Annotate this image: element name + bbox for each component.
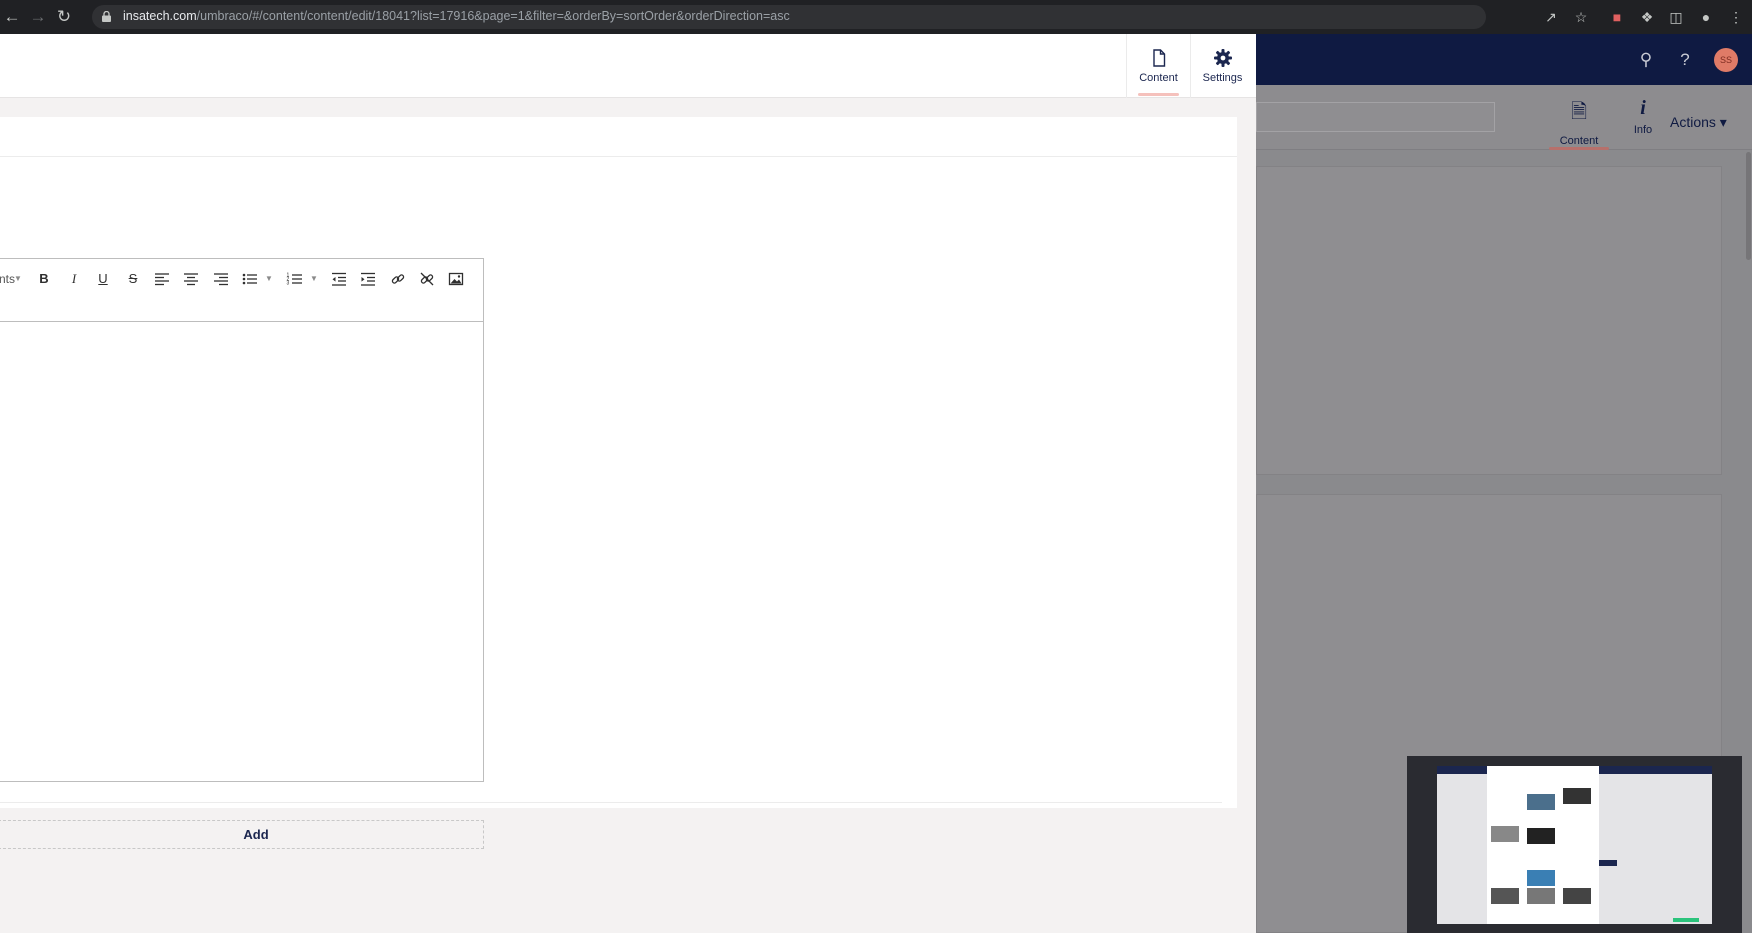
block-editor-overlay: Content Settings nts ▼ B I U S ▼ 1 2 3 ▼… — [0, 34, 1256, 933]
thumbnail-preview — [1437, 766, 1712, 924]
link-icon[interactable] — [389, 269, 407, 289]
background-panel — [1256, 166, 1722, 475]
url-path: /umbraco/#/content/content/edit/18041?li… — [196, 9, 790, 23]
add-block-button[interactable]: Add — [0, 820, 484, 849]
profile-icon[interactable]: ● — [1696, 7, 1716, 27]
italic-icon[interactable]: I — [65, 269, 83, 289]
actions-button[interactable]: Actions ▾ — [1670, 114, 1727, 131]
active-tab-indicator — [1138, 93, 1179, 96]
help-icon[interactable]: ? — [1674, 49, 1696, 71]
tab-settings[interactable]: Settings — [1190, 34, 1254, 98]
card-header — [0, 117, 1237, 157]
extension-icon[interactable]: ■ — [1607, 7, 1627, 27]
align-center-icon[interactable] — [182, 269, 200, 289]
info-icon: i — [1640, 97, 1646, 119]
indent-icon[interactable] — [359, 269, 377, 289]
editor-content-area[interactable] — [0, 323, 483, 781]
tab-settings-label: Settings — [1202, 72, 1243, 84]
overlay-header: Content Settings — [0, 34, 1256, 98]
screen-thumbnail[interactable] — [1407, 756, 1742, 933]
forward-icon[interactable]: → — [28, 7, 48, 27]
scrollbar-track — [1745, 150, 1752, 933]
editor-toolbar: nts ▼ B I U S ▼ 1 2 3 ▼ — [0, 259, 483, 322]
active-indicator — [1549, 147, 1609, 150]
format-dropdown[interactable]: nts — [0, 269, 15, 289]
share-icon[interactable]: ↗ — [1541, 7, 1561, 27]
url-host: insatech.com — [123, 9, 197, 23]
align-right-icon[interactable] — [212, 269, 230, 289]
unlink-icon[interactable] — [418, 269, 436, 289]
gear-icon — [1213, 49, 1232, 67]
rich-text-editor: nts ▼ B I U S ▼ 1 2 3 ▼ — [0, 258, 484, 782]
outdent-icon[interactable] — [330, 269, 348, 289]
url-text: insatech.com/umbraco/#/content/content/e… — [123, 9, 790, 23]
divider — [0, 802, 1222, 803]
sub-app-info[interactable]: i Info — [1611, 97, 1675, 136]
image-icon[interactable] — [447, 269, 465, 289]
reload-icon[interactable]: ↻ — [54, 7, 74, 27]
chevron-down-icon: ▼ — [14, 274, 22, 283]
puzzle-icon[interactable]: ❖ — [1637, 7, 1657, 27]
strikethrough-icon[interactable]: S — [124, 269, 142, 289]
svg-text:3: 3 — [287, 281, 290, 287]
browser-toolbar: ← → ↻ insatech.com/umbraco/#/content/con… — [0, 0, 1752, 34]
document-icon — [1152, 49, 1165, 67]
bullet-list-icon[interactable] — [241, 269, 259, 289]
scrollbar-thumb[interactable] — [1746, 152, 1751, 260]
document-icon: 🗎 — [1570, 101, 1588, 123]
editor-sub-header: 🗎 Content i Info Actions ▾ — [1256, 85, 1752, 150]
numbered-list-icon[interactable]: 123 — [286, 269, 304, 289]
avatar[interactable]: SS — [1714, 48, 1738, 72]
address-bar[interactable]: insatech.com/umbraco/#/content/content/e… — [92, 5, 1486, 29]
thumbnail-modal — [1487, 766, 1599, 924]
bold-icon[interactable]: B — [35, 269, 53, 289]
underline-icon[interactable]: U — [94, 269, 112, 289]
sub-app-content-label: Content — [1559, 135, 1599, 147]
lock-icon — [102, 11, 111, 22]
tab-content[interactable]: Content — [1126, 34, 1190, 98]
search-icon[interactable]: ⚲ — [1635, 49, 1657, 71]
sub-app-info-label: Info — [1633, 124, 1653, 136]
name-input[interactable] — [1256, 102, 1495, 132]
app-header: ⚲ ? SS — [1256, 34, 1752, 85]
actions-label: Actions — [1670, 114, 1716, 130]
tab-content-label: Content — [1139, 72, 1178, 84]
star-icon[interactable]: ☆ — [1571, 7, 1591, 27]
sub-app-content[interactable]: 🗎 Content — [1547, 97, 1611, 150]
menu-icon[interactable]: ⋮ — [1726, 7, 1746, 27]
sidepanel-icon[interactable]: ◫ — [1666, 7, 1686, 27]
chevron-down-icon[interactable]: ▼ — [265, 269, 273, 289]
align-left-icon[interactable] — [153, 269, 171, 289]
editor-card: nts ▼ B I U S ▼ 1 2 3 ▼ Add — [0, 117, 1237, 849]
back-icon[interactable]: ← — [2, 7, 22, 27]
chevron-down-icon[interactable]: ▼ — [310, 269, 318, 289]
